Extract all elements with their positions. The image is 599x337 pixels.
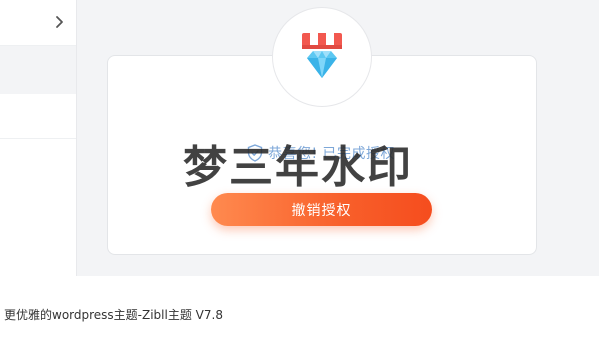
sidebar-item-expandable[interactable] <box>0 0 76 46</box>
chevron-right-icon <box>54 14 66 28</box>
sidebar-item[interactable] <box>0 139 76 276</box>
revoke-authorization-button[interactable]: 撤销授权 <box>211 193 432 226</box>
footer-text: 更优雅的wordpress主题-Zibll主题 V7.8 <box>4 308 223 322</box>
sidebar-item[interactable] <box>0 94 76 139</box>
page: 恭喜您! 已完成授权 梦三年水印 撤销授权 更优雅的wordpress主题-Zi… <box>0 0 599 337</box>
badge-circle <box>272 7 372 107</box>
watermark-text: 梦三年水印 <box>183 142 413 193</box>
sidebar <box>0 0 77 276</box>
diamond-vip-icon <box>302 33 342 78</box>
footer: 更优雅的wordpress主题-Zibll主题 V7.8 <box>0 276 599 337</box>
